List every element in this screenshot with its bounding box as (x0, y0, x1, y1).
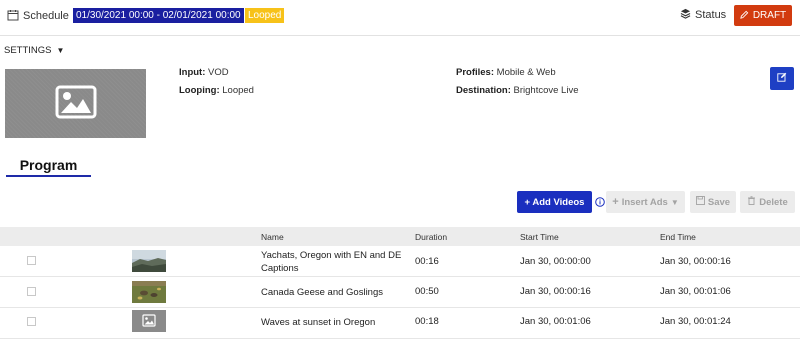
caret-down-icon: ▼ (670, 197, 679, 207)
schedule-label: Schedule (23, 10, 69, 22)
top-bar: Schedule 01/30/2021 00:00 - 02/01/2021 0… (0, 0, 800, 36)
caret-down-icon: ▼ (56, 46, 65, 55)
video-thumbnail (132, 281, 166, 303)
column-header-name[interactable]: Name (261, 232, 284, 242)
profiles-value: Mobile & Web (496, 67, 556, 78)
edit-icon (777, 72, 787, 85)
video-duration: 00:50 (415, 286, 439, 297)
destination-label: Destination: (456, 85, 511, 96)
video-start-time: Jan 30, 00:00:16 (520, 286, 591, 297)
column-header-duration[interactable]: Duration (415, 232, 447, 242)
trash-icon (747, 196, 756, 208)
input-label: Input: (179, 67, 206, 78)
pencil-icon (740, 10, 749, 22)
edit-settings-button[interactable] (770, 67, 794, 90)
video-start-time: Jan 30, 00:01:06 (520, 316, 591, 327)
status-button[interactable]: Status (680, 8, 726, 22)
info-icon[interactable] (595, 197, 605, 207)
table-row[interactable]: Yachats, Oregon with EN and DE Captions … (0, 246, 800, 277)
add-videos-button[interactable]: + Add Videos (517, 191, 592, 213)
table-row[interactable]: Waves at sunset in Oregon 00:18 Jan 30, … (0, 308, 800, 339)
looping-label: Looping: (179, 85, 220, 96)
channel-thumbnail (5, 69, 146, 138)
plus-icon: + (612, 196, 619, 208)
video-thumbnail (132, 250, 166, 272)
looping-value: Looped (222, 85, 254, 96)
looped-badge: Looped (245, 8, 285, 23)
video-duration: 00:16 (415, 256, 439, 267)
row-checkbox[interactable] (27, 256, 36, 265)
video-name: Canada Geese and Goslings (261, 287, 383, 298)
table-row[interactable]: Canada Geese and Goslings 00:50 Jan 30, … (0, 277, 800, 308)
video-name: Waves at sunset in Oregon (261, 317, 376, 328)
save-label: Save (707, 196, 731, 208)
settings-toggle[interactable]: SETTINGS ▼ (4, 45, 64, 56)
draft-button[interactable]: DRAFT (734, 5, 792, 26)
row-checkbox[interactable] (27, 287, 36, 296)
looping-field: Looping: Looped (179, 85, 254, 96)
video-name: Yachats, Oregon with EN and DE Captions (261, 250, 402, 274)
delete-label: Delete (759, 196, 788, 208)
settings-label: SETTINGS (4, 45, 52, 56)
schedule-button[interactable]: Schedule (7, 8, 69, 24)
input-value: VOD (208, 67, 229, 78)
image-placeholder-icon (55, 85, 97, 122)
delete-button[interactable]: Delete (740, 191, 795, 213)
input-field: Input: VOD (179, 67, 229, 78)
video-duration: 00:18 (415, 316, 439, 327)
profiles-label: Profiles: (456, 67, 495, 78)
status-label: Status (695, 9, 727, 21)
date-range-badge: 01/30/2021 00:00 - 02/01/2021 00:00 (73, 8, 244, 23)
video-end-time: Jan 30, 00:00:16 (660, 256, 731, 267)
calendar-icon (7, 9, 19, 24)
column-header-end-time[interactable]: End Time (660, 232, 696, 242)
table-header: Name Duration Start Time End Time (0, 227, 800, 246)
save-icon (695, 196, 705, 208)
video-end-time: Jan 30, 00:01:06 (660, 286, 731, 297)
row-checkbox[interactable] (27, 317, 36, 326)
tab-program[interactable]: Program (6, 157, 91, 177)
video-end-time: Jan 30, 00:01:24 (660, 316, 731, 327)
save-button[interactable]: Save (690, 191, 736, 213)
column-header-start-time[interactable]: Start Time (520, 232, 559, 242)
insert-ads-button[interactable]: + Insert Ads ▼ (606, 191, 685, 213)
video-thumbnail (132, 310, 166, 332)
video-start-time: Jan 30, 00:00:00 (520, 256, 591, 267)
destination-value: Brightcove Live (513, 85, 579, 96)
profiles-field: Profiles: Mobile & Web (456, 67, 556, 78)
draft-label: DRAFT (752, 10, 787, 21)
destination-field: Destination: Brightcove Live (456, 85, 578, 96)
layers-icon (680, 8, 691, 22)
insert-ads-label: Insert Ads (621, 196, 668, 208)
